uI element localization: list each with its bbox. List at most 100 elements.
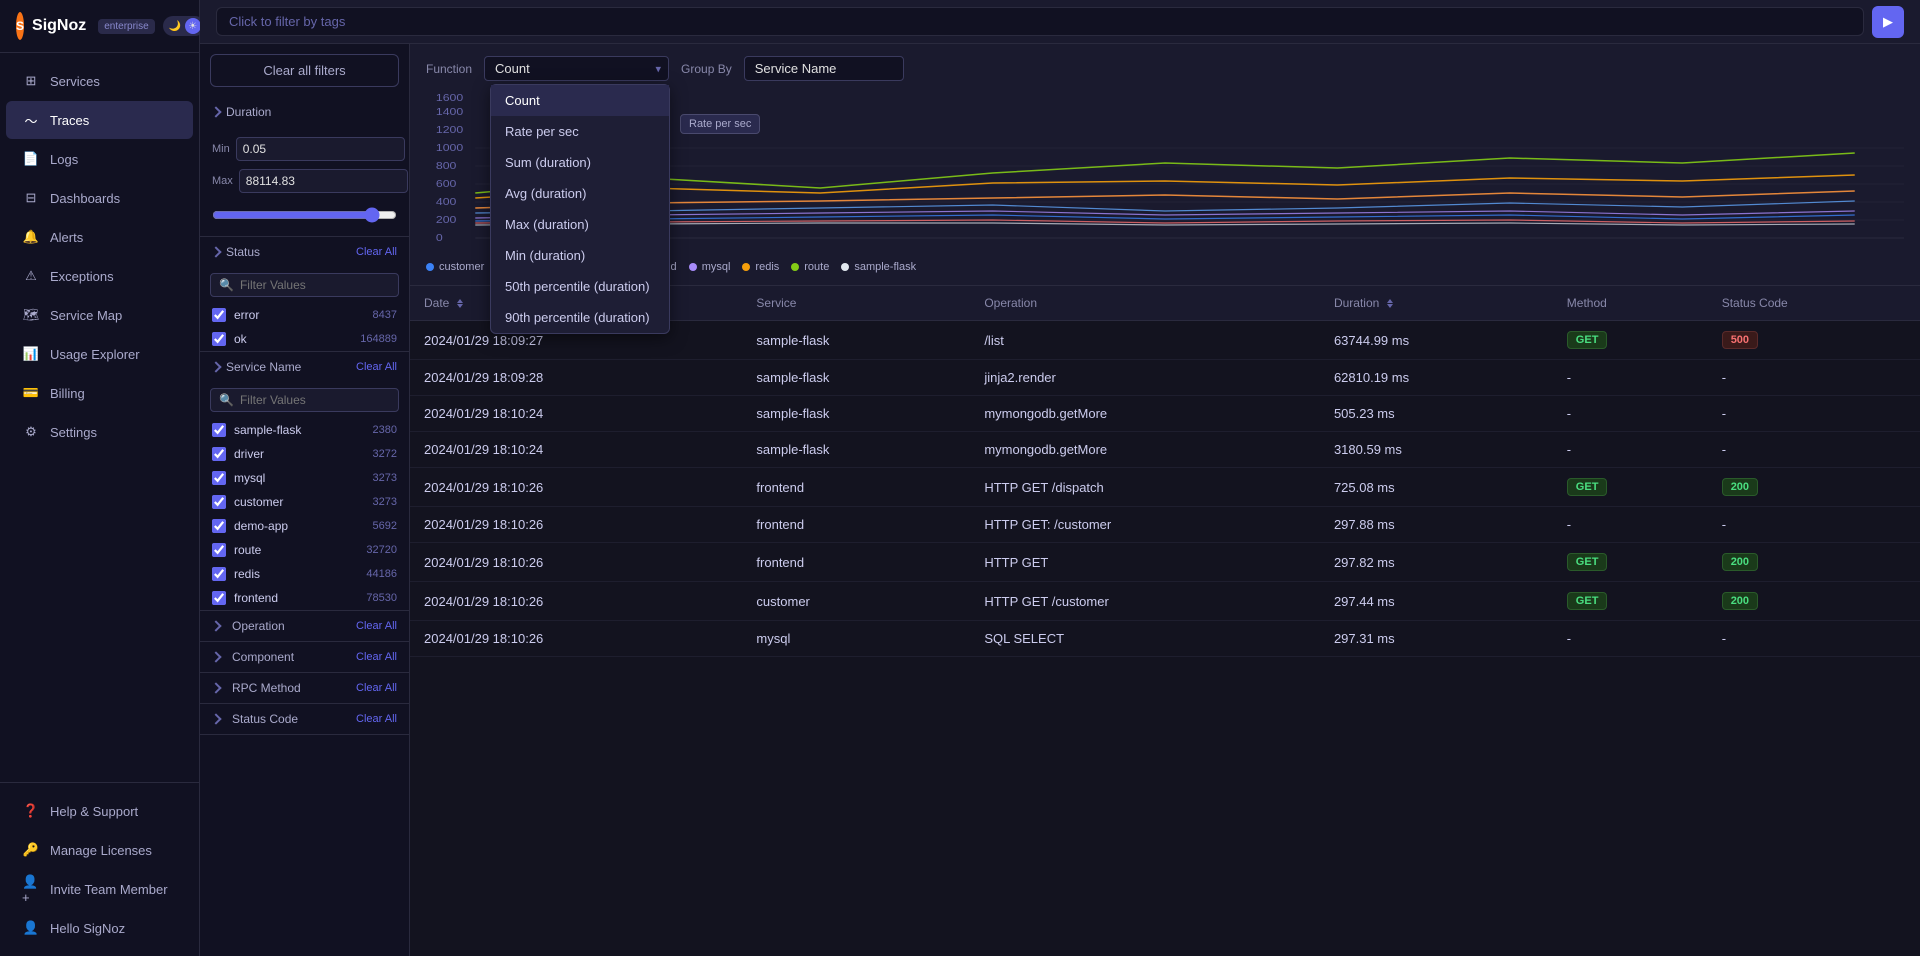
cell-status-code: -: [1708, 396, 1920, 432]
service-checkbox-mysql[interactable]: [212, 471, 226, 485]
filter-section-status-code: Status Code Clear All: [200, 704, 409, 735]
status-checkbox-ok[interactable]: [212, 332, 226, 346]
filter-clear-button[interactable]: Clear All: [356, 651, 397, 663]
service-checkbox-route[interactable]: [212, 543, 226, 557]
dropdown-item-avg--duration-[interactable]: Avg (duration): [491, 178, 669, 209]
table-header-status-code: Status Code: [1708, 286, 1920, 321]
filter-section-operation-header[interactable]: Operation Clear All: [200, 611, 409, 641]
sidebar-item-billing[interactable]: 💳 Billing: [6, 374, 193, 412]
sidebar-item-alerts[interactable]: 🔔 Alerts: [6, 218, 193, 256]
filter-section-status-code-header[interactable]: Status Code Clear All: [200, 704, 409, 734]
content-area: Clear all filters Duration Min ms: [200, 44, 1920, 956]
cell-operation: mymongodb.getMore: [970, 396, 1320, 432]
service-checkbox-customer[interactable]: [212, 495, 226, 509]
tag-filter-input[interactable]: Click to filter by tags: [216, 7, 1864, 36]
service-name-clear-button[interactable]: Clear All: [356, 361, 397, 373]
status-clear-button[interactable]: Clear All: [356, 246, 397, 258]
sidebar-item-usage-explorer[interactable]: 📊 Usage Explorer: [6, 335, 193, 373]
dropdown-item-50th-percentile--duration-[interactable]: 50th percentile (duration): [491, 271, 669, 302]
sidebar-item-dashboards[interactable]: ⊟ Dashboards: [6, 179, 193, 217]
svg-text:1200: 1200: [436, 125, 463, 136]
sidebar-item-hello-signoz[interactable]: 👤 Hello SigNoz: [6, 909, 193, 947]
service-checkbox-sample-flask[interactable]: [212, 423, 226, 437]
service-name-items: sample-flask 2380 driver 3272 mysql 3273…: [200, 418, 409, 610]
table-header-duration[interactable]: Duration: [1320, 286, 1553, 321]
service-name-search-input[interactable]: [240, 393, 395, 407]
sidebar-item-service-map[interactable]: 🗺 Service Map: [6, 296, 193, 334]
clear-all-filters-button[interactable]: Clear all filters: [210, 54, 399, 87]
function-select[interactable]: CountRate per secSum (duration)Avg (dura…: [484, 56, 669, 81]
dropdown-item-count[interactable]: Count: [491, 85, 669, 116]
filter-clear-button[interactable]: Clear All: [356, 682, 397, 694]
service-name-search-icon: 🔍: [219, 393, 234, 407]
cell-status-code: -: [1708, 621, 1920, 657]
table-row[interactable]: 2024/01/29 18:09:28 sample-flask jinja2.…: [410, 360, 1920, 396]
group-by-input[interactable]: [744, 56, 904, 81]
dropdown-item-max--duration-[interactable]: Max (duration): [491, 209, 669, 240]
filter-section-rpc-method: RPC Method Clear All: [200, 673, 409, 704]
dark-mode-icon: 🌙: [167, 18, 183, 34]
service-checkbox-driver[interactable]: [212, 447, 226, 461]
dropdown-item-sum--duration-[interactable]: Sum (duration): [491, 147, 669, 178]
min-input[interactable]: [236, 137, 405, 161]
sidebar-item-help-support[interactable]: ❓ Help & Support: [6, 792, 193, 830]
status-code-badge: 200: [1722, 478, 1758, 496]
topbar-submit-button[interactable]: ▶: [1872, 6, 1904, 38]
service-checkbox-frontend[interactable]: [212, 591, 226, 605]
filter-section-service-name-header[interactable]: Service Name Clear All: [200, 352, 409, 382]
sidebar-item-traces[interactable]: 〜 Traces: [6, 101, 193, 139]
duration-slider[interactable]: [212, 207, 397, 223]
filter-section-duration-header[interactable]: Duration: [200, 97, 409, 127]
theme-toggle[interactable]: 🌙 ☀: [163, 16, 205, 36]
sort-icon-duration: [1387, 299, 1393, 308]
max-input[interactable]: [239, 169, 408, 193]
status-search-input[interactable]: [240, 278, 395, 292]
table-row[interactable]: 2024/01/29 18:10:26 frontend HTTP GET: /…: [410, 507, 1920, 543]
filter-clear-button[interactable]: Clear All: [356, 713, 397, 725]
sidebar-item-logs[interactable]: 📄 Logs: [6, 140, 193, 178]
method-value: -: [1567, 442, 1571, 457]
cell-duration: 297.82 ms: [1320, 543, 1553, 582]
method-badge: GET: [1567, 592, 1608, 610]
table-row[interactable]: 2024/01/29 18:10:26 frontend HTTP GET 29…: [410, 543, 1920, 582]
filter-section-status-header[interactable]: Status Clear All: [200, 237, 409, 267]
status-code-value: -: [1722, 631, 1726, 646]
sidebar-item-label-dashboards: Dashboards: [50, 191, 120, 206]
table-row[interactable]: 2024/01/29 18:10:24 sample-flask mymongo…: [410, 432, 1920, 468]
service-checkbox-demo-app[interactable]: [212, 519, 226, 533]
table-row[interactable]: 2024/01/29 18:10:26 frontend HTTP GET /d…: [410, 468, 1920, 507]
dropdown-item-min--duration-[interactable]: Min (duration): [491, 240, 669, 271]
filter-item: demo-app 5692: [200, 514, 409, 538]
filter-item: error 8437: [200, 303, 409, 327]
sidebar-item-invite-team-member[interactable]: 👤+ Invite Team Member: [6, 870, 193, 908]
sidebar-item-settings[interactable]: ⚙ Settings: [6, 413, 193, 451]
filter-section-title-text: RPC Method: [232, 681, 301, 695]
activity-icon: 〜: [22, 111, 40, 129]
sidebar-item-label-settings: Settings: [50, 425, 97, 440]
filter-section-operation: Operation Clear All: [200, 611, 409, 642]
table-row[interactable]: 2024/01/29 18:10:26 mysql SQL SELECT 297…: [410, 621, 1920, 657]
bar-chart-icon: 📊: [22, 345, 40, 363]
dropdown-item-rate-per-sec[interactable]: Rate per sec: [491, 116, 669, 147]
table-row[interactable]: 2024/01/29 18:10:24 sample-flask mymongo…: [410, 396, 1920, 432]
legend-item-customer: customer: [426, 261, 484, 273]
status-code-badge: 500: [1722, 331, 1758, 349]
sidebar-item-manage-licenses[interactable]: 🔑 Manage Licenses: [6, 831, 193, 869]
cell-method: GET: [1553, 468, 1708, 507]
filter-section-rpc-method-header[interactable]: RPC Method Clear All: [200, 673, 409, 703]
cell-service: mysql: [742, 621, 970, 657]
dropdown-item-90th-percentile--duration-[interactable]: 90th percentile (duration): [491, 302, 669, 333]
collapsed-filters: Operation Clear All Component Clear All …: [200, 611, 409, 735]
chevron-status-icon: [210, 246, 221, 257]
filter-section-component-header[interactable]: Component Clear All: [200, 642, 409, 672]
sidebar-item-exceptions[interactable]: ⚠ Exceptions: [6, 257, 193, 295]
filter-item-count: 44186: [366, 568, 397, 580]
filter-item-label: demo-app: [234, 519, 365, 533]
service-checkbox-redis[interactable]: [212, 567, 226, 581]
status-checkbox-error[interactable]: [212, 308, 226, 322]
sidebar-item-services[interactable]: ⊞ Services: [6, 62, 193, 100]
filter-clear-button[interactable]: Clear All: [356, 620, 397, 632]
function-label: Function: [426, 62, 472, 76]
legend-item-redis: redis: [742, 261, 779, 273]
table-row[interactable]: 2024/01/29 18:10:26 customer HTTP GET /c…: [410, 582, 1920, 621]
